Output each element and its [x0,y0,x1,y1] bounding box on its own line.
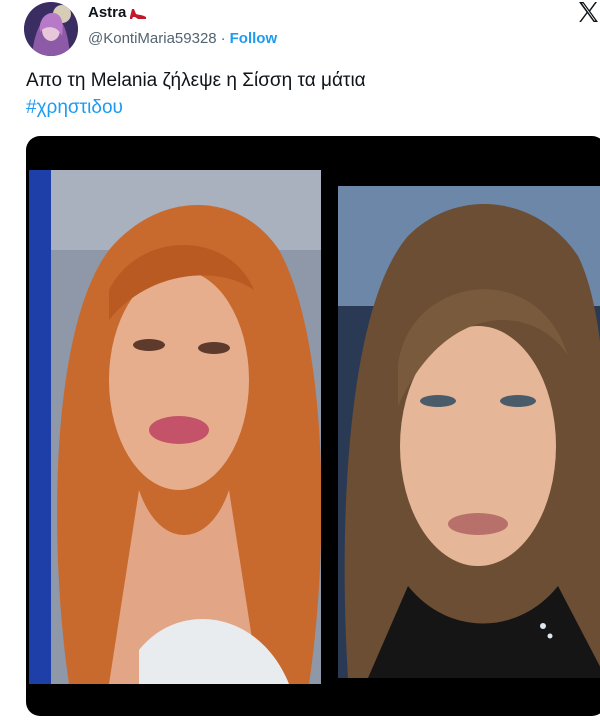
display-name[interactable]: Astra [88,4,126,21]
separator-dot: · [220,30,226,47]
handle-row: @KontiMaria59328 · Follow [88,30,277,47]
tweet-card: Astra @KontiMaria59328 · Follow Απο τη M… [0,0,600,728]
user-name-row: Astra [88,4,147,21]
follow-button[interactable]: Follow [230,30,278,47]
left-photo [29,170,321,684]
right-photo [338,186,600,678]
tweet-text: Απο τη Melania ζήλεψε η Σίσση τα μάτια [26,70,366,91]
hashtag-link[interactable]: #χρηστιδου [26,95,123,120]
media-image[interactable] [26,136,600,716]
high-heel-icon [129,6,147,20]
avatar[interactable] [24,2,78,56]
x-logo-icon[interactable] [576,0,600,24]
user-handle[interactable]: @KontiMaria59328 [88,30,217,47]
